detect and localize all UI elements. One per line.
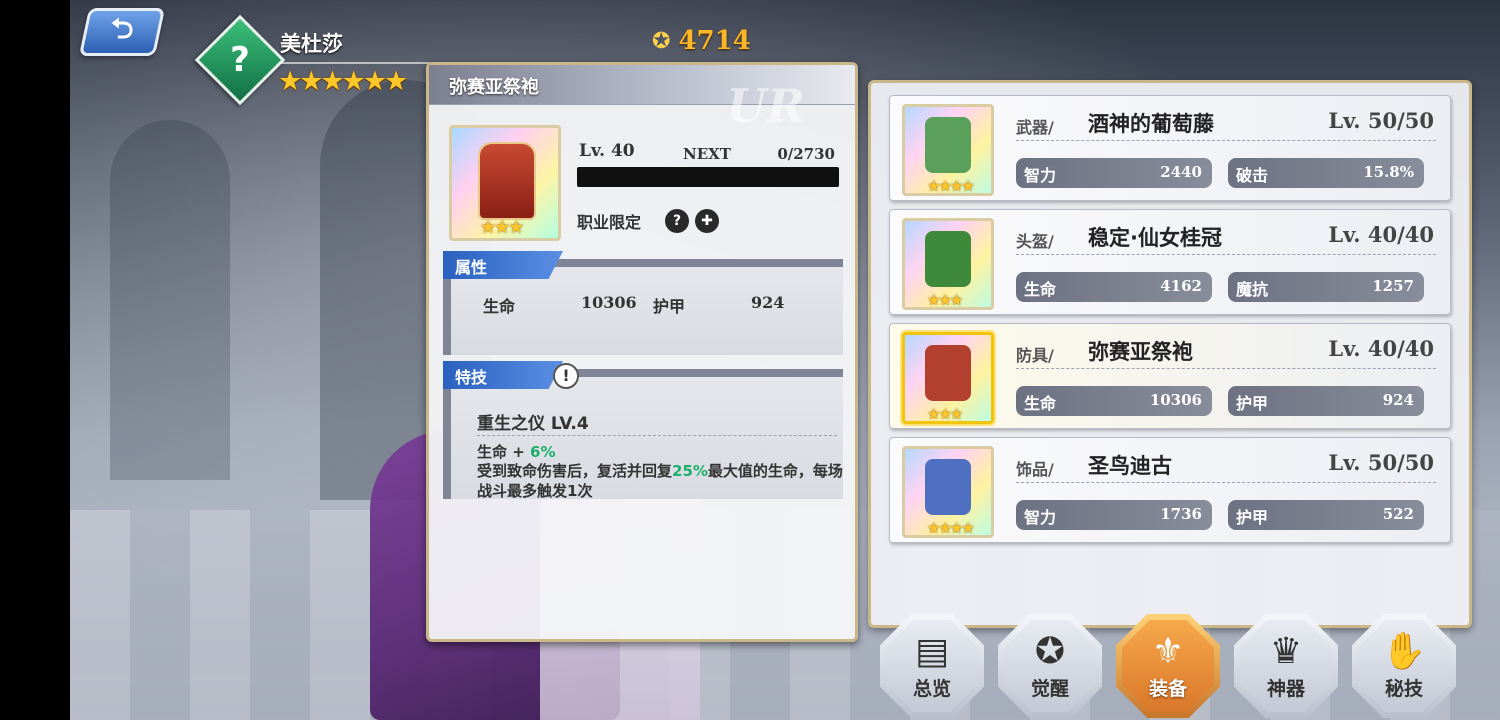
equipment-slot-armor[interactable]: ★★★ 防具/ 弥赛亚祭袍 Lv. 40/40 生命 10306 护甲 924: [889, 323, 1451, 429]
equipment-name: 稳定·仙女桂冠: [1088, 226, 1222, 250]
equipment-list-panel: ★★★★ 武器/ 酒神的葡萄藤 Lv. 50/50 智力 2440 破击 15.8%…: [868, 80, 1472, 628]
robe-icon: [925, 345, 971, 401]
equipment-icon: ⚜: [1151, 630, 1185, 672]
accessory-thumb: ★★★★: [902, 446, 994, 538]
equipment-slot-weapon[interactable]: ★★★★ 武器/ 酒神的葡萄藤 Lv. 50/50 智力 2440 破击 15.8%: [889, 95, 1451, 201]
hero-star-rating: ★★★★★★: [278, 66, 408, 97]
skill-name: 重生之仪 LV.4: [477, 414, 589, 434]
exp-bar: [577, 167, 839, 187]
awaken-icon: ✪: [1034, 630, 1066, 672]
item-detail-header: 弥赛亚祭袍 UR: [429, 65, 855, 133]
item-detail-title: 弥赛亚祭袍: [449, 77, 539, 98]
exp-value: 0/2730: [777, 145, 835, 163]
skill-bonus: 生命 + 6%: [477, 443, 556, 461]
tab-attributes: 属性: [443, 251, 563, 279]
job-limit-label: 职业限定: [577, 213, 642, 232]
equipment-stat: 生命 10306: [1016, 386, 1212, 416]
owl-icon: [925, 459, 971, 515]
weapon-thumb: ★★★★: [902, 104, 994, 196]
equipment-level: Lv. 40/40: [1328, 222, 1434, 247]
back-button[interactable]: ⮌: [78, 8, 166, 56]
secret-skill-icon: ✋: [1381, 630, 1427, 672]
equipment-divider: [1016, 140, 1436, 141]
attribute-value: 924: [751, 293, 785, 312]
equipment-level: Lv. 50/50: [1328, 450, 1434, 475]
equipment-type: 武器/: [1016, 118, 1054, 137]
item-level: Lv. 40: [579, 141, 635, 161]
equipment-divider: [1016, 368, 1436, 369]
attribute-value: 10306: [581, 293, 637, 312]
combat-power: ✪ 4714: [652, 26, 751, 56]
skill-description: 受到致命伤害后，复活并回复25%最大值的生命，每场战斗最多触发1次: [477, 462, 843, 500]
equipment-type: 防具/: [1016, 346, 1054, 365]
equipment-stat: 魔抗 1257: [1228, 272, 1424, 302]
skill-divider: [477, 435, 837, 436]
equipment-slot-accessory[interactable]: ★★★★ 饰品/ 圣鸟迪古 Lv. 50/50 智力 1736 护甲 522: [889, 437, 1451, 543]
back-arrow-icon: ⮌: [110, 12, 134, 45]
equipment-level: Lv. 40/40: [1328, 336, 1434, 361]
background-arch-left: [110, 120, 230, 480]
equipment-name: 弥赛亚祭袍: [1088, 340, 1193, 364]
equipment-divider: [1016, 482, 1436, 483]
laurel-wreath-icon: [925, 231, 971, 287]
vine-staff-icon: [925, 117, 971, 173]
equipment-stat: 破击 15.8%: [1228, 158, 1424, 188]
item-detail-panel: 弥赛亚祭袍 UR ★★★ Lv. 40 NEXT 0/2730 职业限定 ? ✚…: [426, 62, 858, 642]
overview-icon: ▤: [914, 630, 949, 672]
star-badge-icon: ✪: [652, 28, 671, 54]
helmet-thumb: ★★★: [902, 218, 994, 310]
equipment-stat: 智力 1736: [1016, 500, 1212, 530]
equipment-type: 头盔/: [1016, 232, 1054, 251]
equipment-name: 酒神的葡萄藤: [1088, 112, 1214, 136]
equipment-divider: [1016, 254, 1436, 255]
equipment-stat: 智力 2440: [1016, 158, 1212, 188]
robe-item-icon: [478, 142, 536, 220]
equipment-stat: 生命 4162: [1016, 272, 1212, 302]
armor-thumb: ★★★: [902, 332, 994, 424]
artifact-icon: ♛: [1269, 630, 1303, 672]
item-portrait: ★★★: [449, 125, 561, 241]
equipment-name: 圣鸟迪古: [1088, 454, 1172, 478]
combat-power-value: 4714: [678, 26, 751, 56]
next-label: NEXT: [683, 145, 731, 163]
job-question-icon[interactable]: ?: [665, 209, 689, 233]
hero-name: 美杜莎: [280, 32, 343, 56]
item-star-rating: ★★★: [480, 217, 524, 238]
equipment-stat: 护甲 924: [1228, 386, 1424, 416]
equipment-level: Lv. 50/50: [1328, 108, 1434, 133]
hero-name-underline: [280, 62, 430, 64]
attribute-name: 护甲: [653, 297, 686, 316]
attribute-name: 生命: [483, 297, 516, 316]
equipment-type: 饰品/: [1016, 460, 1054, 479]
equipment-stat: 护甲 522: [1228, 500, 1424, 530]
rarity-watermark: UR: [726, 79, 805, 133]
job-cross-icon[interactable]: ✚: [695, 209, 719, 233]
equipment-slot-helmet[interactable]: ★★★ 头盔/ 稳定·仙女桂冠 Lv. 40/40 生命 4162 魔抗 1257: [889, 209, 1451, 315]
skill-info-icon[interactable]: !: [553, 363, 579, 389]
tab-skill: 特技: [443, 361, 563, 389]
